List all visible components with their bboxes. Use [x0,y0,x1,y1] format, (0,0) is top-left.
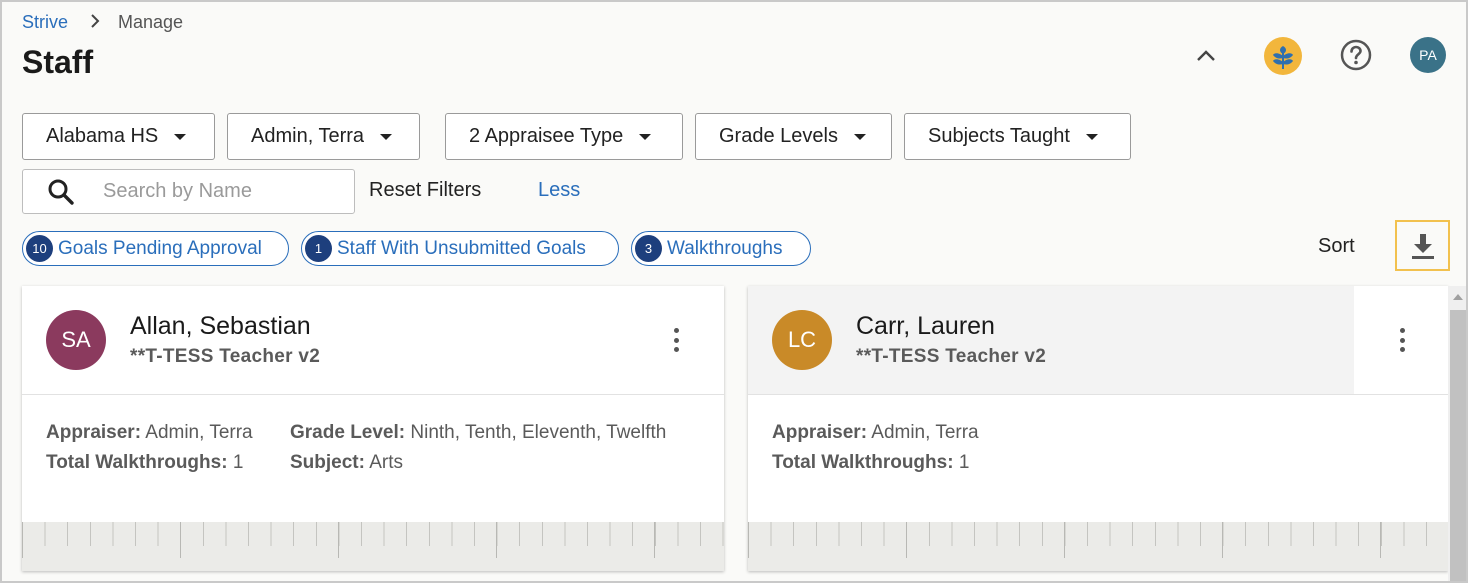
staff-role: **T-TESS Teacher v2 [856,346,1047,367]
chip-count-badge: 10 [26,235,53,262]
grade-levels-filter-label: Grade Levels [719,125,838,147]
appraisee-type-filter-dropdown[interactable]: 2 Appraisee Type [445,113,683,160]
help-button[interactable] [1339,38,1373,72]
staff-name[interactable]: Allan, Sebastian [130,312,311,341]
appraiser-detail: Appraiser: Admin, Terra [772,422,979,444]
card-footer-ruler [748,522,1448,571]
staff-card[interactable]: SA Allan, Sebastian **T-TESS Teacher v2 … [22,286,724,571]
appraiser-value: Admin, Terra [145,422,253,443]
staff-card-header: SA Allan, Sebastian **T-TESS Teacher v2 [22,286,724,395]
reset-filters-button[interactable]: Reset Filters [369,179,481,202]
appraiser-filter-label: Admin, Terra [251,125,365,147]
grade-level-detail: Grade Level: Ninth, Tenth, Eleventh, Twe… [290,422,666,444]
school-filter-label: Alabama HS [46,125,159,147]
less-filters-link[interactable]: Less [538,179,580,202]
more-options-icon[interactable] [666,326,686,354]
download-button[interactable] [1395,220,1450,271]
user-avatar[interactable]: PA [1410,37,1446,73]
subjects-filter-label: Subjects Taught [928,125,1070,147]
staff-avatar: LC [772,310,832,370]
breadcrumb-strive-link[interactable]: Strive [22,12,68,33]
staff-role: **T-TESS Teacher v2 [130,346,321,367]
download-icon [1411,233,1434,259]
app-frame: Strive Manage Staff PA Alabama HS Admin,… [0,0,1468,583]
chip-walkthroughs[interactable]: 3 Walkthroughs [631,231,811,266]
brand-logo-icon[interactable] [1264,37,1302,75]
staff-card-header: LC Carr, Lauren **T-TESS Teacher v2 [748,286,1448,395]
caret-down-icon [380,133,393,140]
staff-name[interactable]: Carr, Lauren [856,312,995,341]
chip-label: Walkthroughs [667,237,783,259]
caret-down-icon [853,133,866,140]
caret-down-icon [174,133,187,140]
page-title: Staff [22,44,94,80]
grade-levels-filter-dropdown[interactable]: Grade Levels [695,113,892,160]
grade-level-label: Grade Level: [290,422,406,443]
breadcrumb-current: Manage [118,12,184,32]
grade-level-value: Ninth, Tenth, Eleventh, Twelfth [410,422,667,443]
chip-goals-pending[interactable]: 10 Goals Pending Approval [22,231,289,266]
staff-card[interactable]: LC Carr, Lauren **T-TESS Teacher v2 Appr… [748,286,1448,571]
chip-label: Goals Pending Approval [58,237,262,259]
chip-count-badge: 3 [635,235,662,262]
chevron-right-icon [90,12,100,33]
subject-detail: Subject: Arts [290,452,403,474]
walkthroughs-detail: Total Walkthroughs: 1 [772,452,969,474]
caret-down-icon [1085,133,1098,140]
subject-value: Arts [369,452,403,473]
scrollbar-thumb[interactable] [1450,310,1466,581]
search-input[interactable] [103,180,333,203]
subjects-filter-dropdown[interactable]: Subjects Taught [904,113,1131,160]
help-icon [1340,39,1372,71]
walkthroughs-value: 1 [958,452,970,473]
staff-card-header-hover [748,286,1354,394]
breadcrumb: Strive Manage [22,12,183,33]
school-filter-dropdown[interactable]: Alabama HS [22,113,215,160]
appraiser-filter-dropdown[interactable]: Admin, Terra [227,113,420,160]
subject-label: Subject: [290,452,365,473]
staff-avatar: SA [46,310,106,370]
search-box [22,169,355,214]
search-icon [48,179,74,205]
appraisee-type-filter-label: 2 Appraisee Type [469,125,624,147]
card-footer-ruler [22,522,724,571]
collapse-header-button[interactable] [1192,42,1220,70]
more-options-icon[interactable] [1392,326,1412,354]
appraiser-detail: Appraiser: Admin, Terra [46,422,253,444]
walkthroughs-detail: Total Walkthroughs: 1 [46,452,243,474]
walkthroughs-value: 1 [232,452,244,473]
appraiser-label: Appraiser: [46,422,142,443]
caret-down-icon [639,133,652,140]
walkthroughs-label: Total Walkthroughs: [772,452,954,473]
chip-count-badge: 1 [305,235,332,262]
scroll-up-arrow-icon[interactable] [1453,294,1463,300]
walkthroughs-label: Total Walkthroughs: [46,452,228,473]
appraiser-value: Admin, Terra [871,422,979,443]
chevron-up-icon [1197,50,1215,61]
sort-button[interactable]: Sort [1318,235,1355,258]
chip-unsubmitted-goals[interactable]: 1 Staff With Unsubmitted Goals [301,231,619,266]
chip-label: Staff With Unsubmitted Goals [337,237,586,259]
appraiser-label: Appraiser: [772,422,868,443]
